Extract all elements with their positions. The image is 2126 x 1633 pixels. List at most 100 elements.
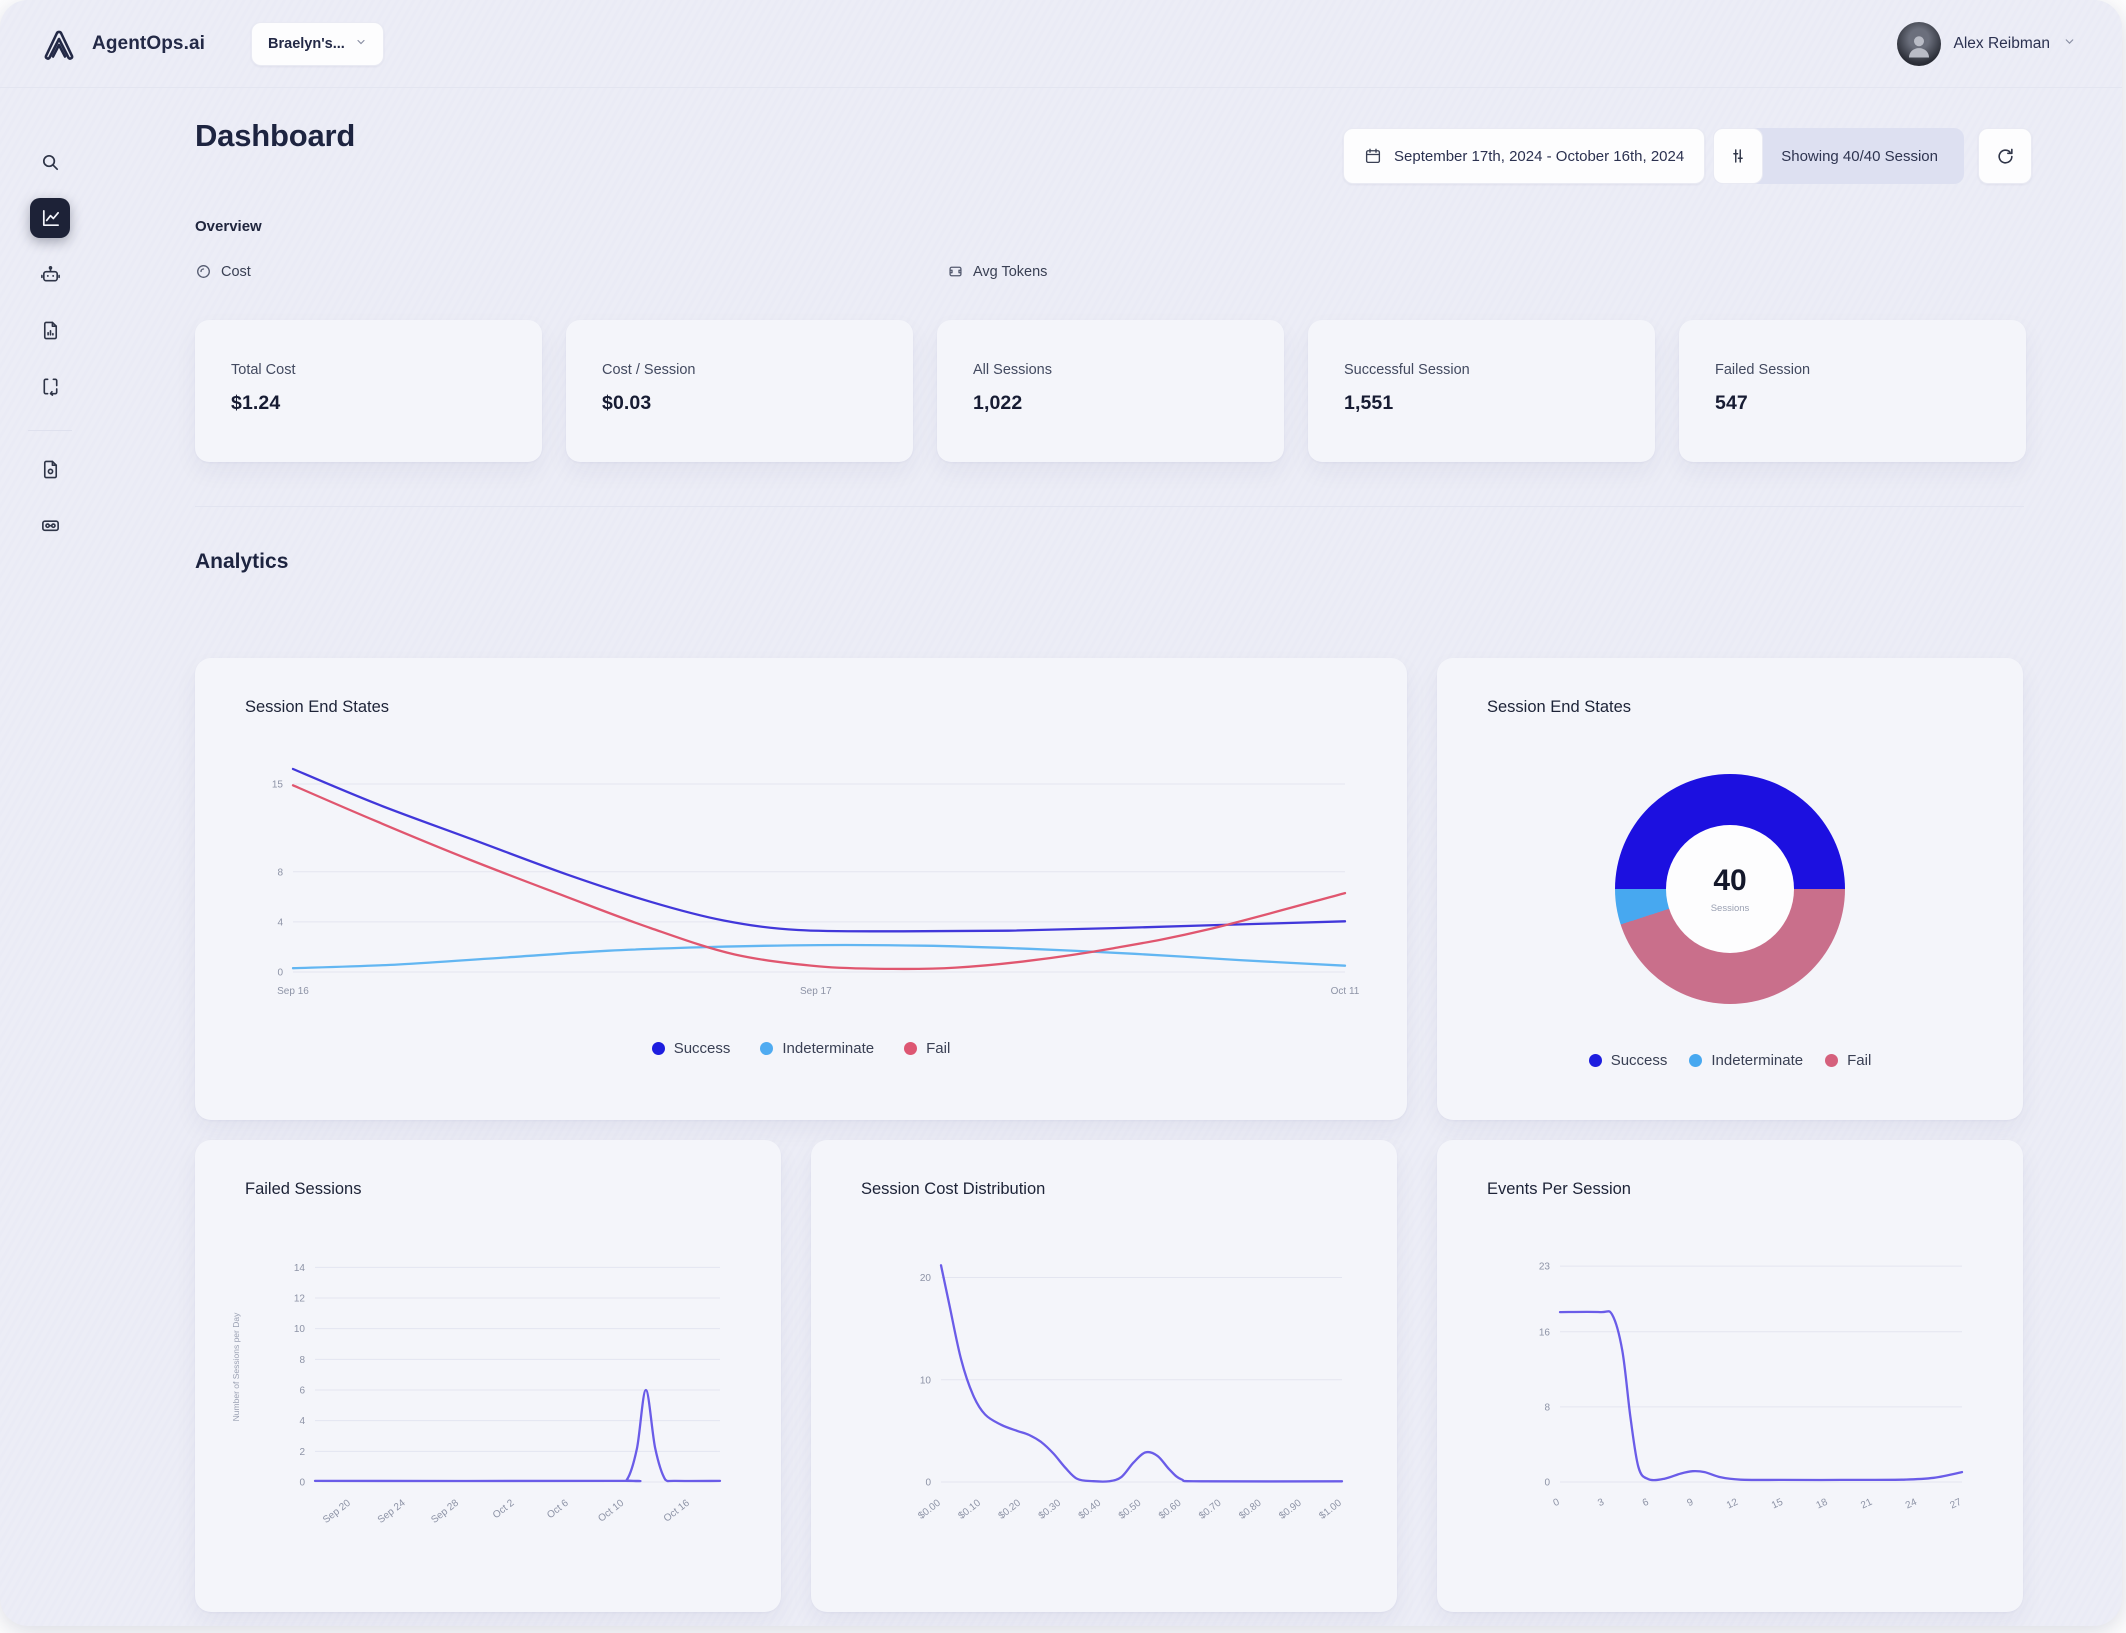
svg-text:0: 0 <box>1544 1478 1550 1489</box>
svg-text:15: 15 <box>272 780 284 791</box>
sidebar-item-agents[interactable] <box>30 254 70 294</box>
svg-text:4: 4 <box>277 917 283 928</box>
legend-label: Fail <box>1847 1052 1872 1069</box>
main-content: Dashboard September 17th, 2024 - October… <box>100 88 2122 1626</box>
analytics-title: Analytics <box>195 550 289 573</box>
sidebar <box>0 88 100 1626</box>
svg-text:0: 0 <box>1552 1497 1562 1510</box>
failed-sessions-plot: 0 2 4 6 8 10 12 14 Sep 20 Sep 24 Sep 28 Oct 2 Oct 6 O… <box>213 1232 758 1562</box>
svg-text:Sep 20: Sep 20 <box>321 1497 353 1525</box>
svg-text:$0.60: $0.60 <box>1157 1497 1184 1521</box>
sidebar-item-search[interactable] <box>30 142 70 182</box>
project-name: Braelyn's... <box>268 35 345 52</box>
session-count-status: Showing 40/40 Session <box>1781 147 1938 165</box>
stat-label: Failed Session <box>1715 362 1811 378</box>
legend-dot <box>1588 1054 1602 1067</box>
svg-text:$1.00: $1.00 <box>1317 1497 1344 1521</box>
date-range-button[interactable]: September 17th, 2024 - October 16th, 202… <box>1343 128 1706 184</box>
stat-card-successful-session: Successful Session 1,551 <box>1308 320 1655 462</box>
svg-text:$0.50: $0.50 <box>1117 1497 1144 1521</box>
legend-item-success[interactable]: Success <box>651 1040 730 1057</box>
svg-text:0: 0 <box>277 968 283 979</box>
stat-card-total-cost: Total Cost $1.24 <box>195 320 542 462</box>
svg-text:Sep 17: Sep 17 <box>800 986 832 997</box>
stat-card-all-sessions: All Sessions 1,022 <box>937 320 1284 462</box>
stat-card-cost-per-session: Cost / Session $0.03 <box>566 320 913 462</box>
svg-text:$0.80: $0.80 <box>1237 1497 1264 1521</box>
sidebar-item-traces[interactable] <box>30 366 70 406</box>
svg-text:$0.70: $0.70 <box>1197 1497 1224 1521</box>
legend-label: Success <box>1610 1052 1668 1069</box>
svg-text:Sep 16: Sep 16 <box>277 986 309 997</box>
failed-sessions-card: Failed Sessions 0 2 4 6 8 10 12 14 Sep 20 Sep 24 S… <box>195 1140 781 1612</box>
svg-text:23: 23 <box>1539 1262 1551 1273</box>
search-icon <box>40 152 61 173</box>
legend-item-indeterminate[interactable]: Indeterminate <box>760 1040 874 1057</box>
svg-text:Oct 2: Oct 2 <box>491 1497 517 1521</box>
sidebar-item-reports[interactable] <box>30 310 70 350</box>
chart-title: Session Cost Distribution <box>861 1180 1046 1198</box>
svg-text:Sep 28: Sep 28 <box>429 1497 461 1525</box>
legend-item-indeterminate[interactable]: Indeterminate <box>1689 1052 1803 1069</box>
session-end-states-donut: 40 Sessions <box>1615 774 1845 1004</box>
brand: AgentOps.ai <box>40 25 205 63</box>
legend-item-fail[interactable]: Fail <box>904 1040 950 1057</box>
legend-item-fail[interactable]: Fail <box>1825 1052 1871 1069</box>
svg-text:$0.40: $0.40 <box>1077 1497 1104 1521</box>
sidebar-item-api-keys[interactable] <box>30 505 70 545</box>
stat-label: Total Cost <box>231 362 296 378</box>
svg-text:14: 14 <box>294 1263 306 1274</box>
stat-card-failed-session: Failed Session 547 <box>1679 320 2026 462</box>
donut-center: 40 Sessions <box>1666 825 1794 953</box>
svg-text:8: 8 <box>277 867 283 878</box>
user-menu[interactable]: Alex Reibman <box>1896 21 2077 66</box>
code-brackets-icon <box>40 376 61 397</box>
project-selector-button[interactable]: Braelyn's... <box>251 21 384 66</box>
events-per-session-plot: 0 8 16 23 0 3 6 9 12 15 18 21 24 27 <box>1455 1232 2000 1542</box>
sidebar-item-docs[interactable] <box>30 449 70 489</box>
svg-text:10: 10 <box>294 1324 306 1335</box>
cost-group-text: Cost <box>221 263 251 280</box>
session-cost-distribution-card: Session Cost Distribution 0 10 20 $0.00 $0.1… <box>811 1140 1397 1612</box>
sidebar-item-analytics[interactable] <box>30 198 70 238</box>
svg-text:Oct 11: Oct 11 <box>1331 986 1360 997</box>
stat-value: 1,022 <box>973 392 1023 414</box>
svg-text:2: 2 <box>299 1447 305 1458</box>
chart-legend: Success Indeterminate Fail <box>1437 1052 2023 1069</box>
avg-tokens-group-label: Avg Tokens <box>947 263 1047 280</box>
svg-text:18: 18 <box>1815 1497 1830 1512</box>
token-icon <box>947 263 964 280</box>
calendar-icon <box>1364 147 1382 165</box>
events-per-session-card: Events Per Session 0 8 16 23 0 3 6 9 12 15 18 21 24 2… <box>1437 1140 2023 1612</box>
svg-text:16: 16 <box>1539 1327 1551 1338</box>
chevron-down-icon <box>2063 35 2076 53</box>
donut-total: 40 <box>1713 864 1747 897</box>
legend-label: Indeterminate <box>782 1040 875 1057</box>
refresh-button[interactable] <box>1978 128 2032 184</box>
svg-text:$0.20: $0.20 <box>997 1497 1024 1521</box>
svg-text:24: 24 <box>1904 1497 1919 1512</box>
legend-dot <box>1825 1054 1839 1067</box>
filter-button[interactable] <box>1713 128 1764 184</box>
stat-label: Successful Session <box>1344 362 1470 378</box>
refresh-icon <box>1996 147 2015 166</box>
session-end-states-line-plot: 0 4 8 15 Sep 16 Sep 17 Oct 11 <box>235 750 1365 1012</box>
svg-text:12: 12 <box>294 1294 306 1305</box>
sliders-icon <box>1729 147 1747 165</box>
line-chart-icon <box>40 208 61 229</box>
stat-cards-row: Total Cost $1.24 Cost / Session $0.03 Al… <box>195 320 2026 462</box>
legend-dot <box>904 1042 918 1055</box>
chart-legend: Success Indeterminate Fail <box>195 1040 1407 1057</box>
legend-dot <box>651 1042 665 1055</box>
svg-text:8: 8 <box>299 1355 305 1366</box>
svg-text:12: 12 <box>1725 1497 1740 1512</box>
agentops-logo-icon <box>40 25 78 63</box>
svg-text:21: 21 <box>1859 1497 1874 1512</box>
svg-text:Oct 10: Oct 10 <box>596 1497 626 1524</box>
stat-value: $0.03 <box>602 392 652 414</box>
stat-value: $1.24 <box>231 392 281 414</box>
svg-text:4: 4 <box>299 1416 305 1427</box>
legend-item-success[interactable]: Success <box>1588 1052 1668 1069</box>
svg-text:10: 10 <box>920 1375 932 1386</box>
session-end-states-line-card: Session End States 0 4 8 15 Sep 16 Sep 17 Oct … <box>195 658 1407 1120</box>
